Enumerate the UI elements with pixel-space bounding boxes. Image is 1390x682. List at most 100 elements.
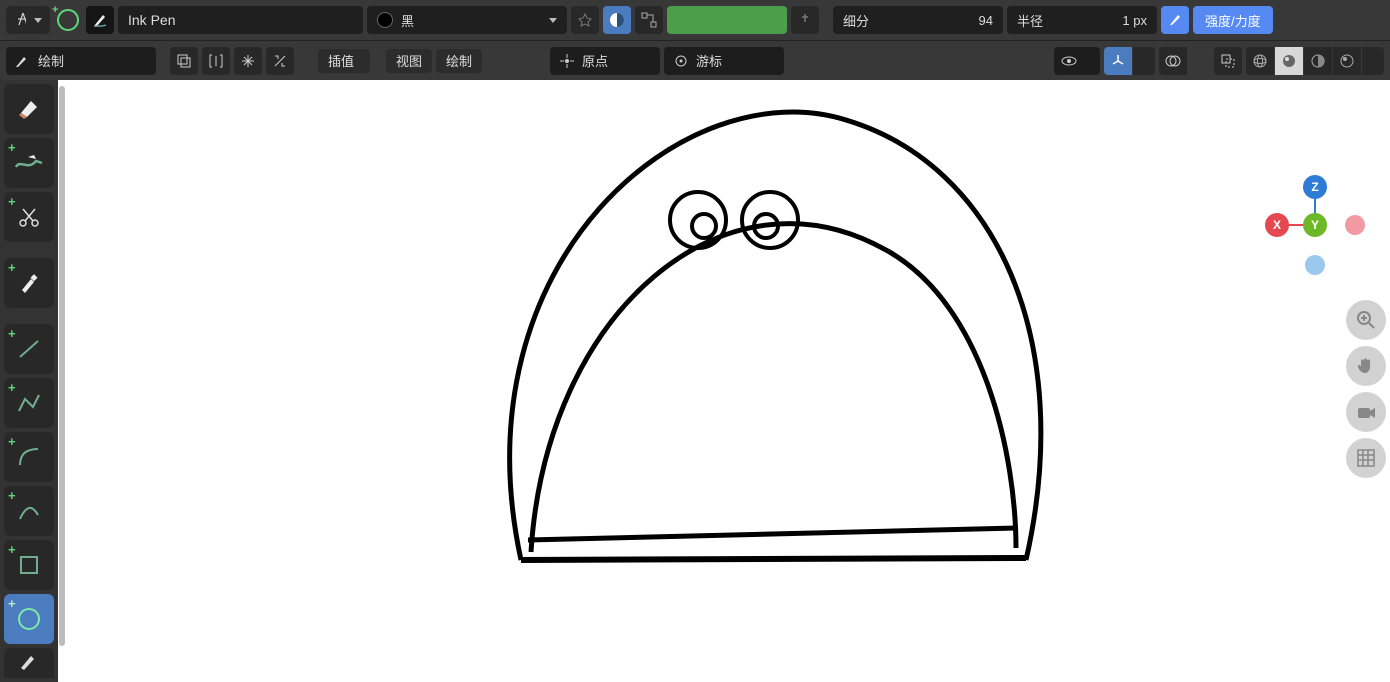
eyedropper-tool[interactable]: + — [4, 258, 54, 308]
mode-selector[interactable]: 绘制 — [6, 47, 156, 75]
gizmo-drop[interactable] — [1133, 47, 1155, 75]
mode-texture-button[interactable] — [635, 6, 663, 34]
plus-icon: + — [8, 597, 16, 610]
pin2-button[interactable] — [791, 6, 819, 34]
box-icon — [15, 551, 43, 579]
color-bar[interactable] — [667, 6, 787, 34]
plus-icon: + — [8, 381, 16, 394]
radius-field[interactable]: 半径 1 px — [1007, 6, 1157, 34]
visibility-selector[interactable] — [1054, 47, 1100, 75]
xray-btn[interactable] — [1214, 47, 1242, 75]
chevron-down-icon — [34, 18, 42, 23]
line-tool[interactable]: + — [4, 324, 54, 374]
mat-sphere-icon — [1310, 53, 1326, 69]
gizmo-group — [1104, 47, 1155, 75]
solid-sphere-icon — [1281, 53, 1297, 69]
arc-icon — [15, 443, 43, 471]
box-tool[interactable]: + — [4, 540, 54, 590]
interp-menu[interactable]: 插值 — [318, 49, 370, 73]
shading-material[interactable] — [1304, 47, 1332, 75]
cursor-icon — [674, 54, 688, 68]
viewport[interactable]: Z X Y — [66, 80, 1390, 652]
view-label: 视图 — [396, 51, 422, 70]
gizmo-btn[interactable] — [1104, 47, 1132, 75]
arc-tool[interactable]: + — [4, 432, 54, 482]
eraser-icon — [15, 95, 43, 123]
overlap-btn1[interactable] — [170, 47, 198, 75]
cutter-tool[interactable]: + — [4, 192, 54, 242]
shading-wireframe[interactable] — [1246, 47, 1274, 75]
subdiv-label: 细分 — [843, 11, 869, 30]
brush-thumbnail[interactable] — [86, 6, 114, 34]
overlay-drop[interactable] — [1188, 47, 1210, 75]
chevron-down-icon — [549, 18, 557, 23]
plus-icon: + — [8, 195, 16, 208]
gizmo-neg-z[interactable] — [1305, 255, 1325, 275]
scissors-icon — [17, 205, 41, 229]
shading-rendered[interactable] — [1333, 47, 1361, 75]
eraser-tool[interactable] — [4, 84, 54, 134]
color-field[interactable]: 黑 — [367, 6, 567, 34]
color-name-text: 黑 — [401, 11, 414, 30]
pan-button[interactable] — [1346, 346, 1386, 386]
fill-tool[interactable]: + — [4, 138, 54, 188]
pencil-icon — [14, 53, 30, 69]
camera-button[interactable] — [1346, 392, 1386, 432]
subdiv-value: 94 — [979, 13, 993, 28]
polyline-icon — [15, 389, 43, 417]
overlap-btn4[interactable] — [266, 47, 294, 75]
brush-name-text: Ink Pen — [128, 12, 175, 28]
subdiv-field[interactable]: 细分 94 — [833, 6, 1003, 34]
circle-tool[interactable]: + — [4, 594, 54, 644]
interp-label: 插值 — [328, 51, 354, 70]
gizmo-axis-z[interactable]: Z — [1303, 175, 1327, 199]
shading-solid[interactable] — [1275, 47, 1303, 75]
snap-menu[interactable] — [6, 6, 50, 34]
shelf-scrollbar[interactable] — [58, 80, 66, 652]
zoom-button[interactable] — [1346, 300, 1386, 340]
view-menu[interactable]: 视图 — [386, 49, 432, 73]
curve-icon — [15, 497, 43, 525]
top-bar: + Ink Pen 黑 细分 94 半径 1 px 强度/力度 — [0, 0, 1390, 40]
strength-label: 强度/力度 — [1205, 11, 1261, 30]
camera-icon — [1355, 401, 1377, 423]
shading-drop[interactable] — [1362, 47, 1384, 75]
brush-name-field[interactable]: Ink Pen — [118, 6, 363, 34]
gizmo-axis-x[interactable]: X — [1265, 213, 1289, 237]
gizmo-axis-y[interactable]: Y — [1303, 213, 1327, 237]
nav-gizmo[interactable]: Z X Y — [1265, 175, 1365, 275]
circle-icon — [57, 9, 79, 31]
gizmo-neg-x[interactable] — [1345, 215, 1365, 235]
overlap-btn3[interactable] — [234, 47, 262, 75]
cursor-selector[interactable]: 游标 — [664, 47, 784, 75]
polyline-tool[interactable]: + — [4, 378, 54, 428]
overlay-group — [1159, 47, 1210, 75]
second-bar: 绘制 插值 视图 绘制 原点 游标 — [0, 40, 1390, 80]
draw-label: 绘制 — [446, 51, 472, 70]
brush-preview[interactable]: + — [54, 6, 82, 34]
radius-label: 半径 — [1017, 11, 1043, 30]
pin-button[interactable] — [571, 6, 599, 34]
overlap-btn2[interactable] — [202, 47, 230, 75]
cursor-label: 游标 — [696, 51, 722, 70]
scrollbar-thumb[interactable] — [59, 86, 65, 646]
plus-icon: + — [52, 4, 58, 16]
view-controls — [1346, 300, 1386, 478]
plus-icon: + — [8, 435, 16, 448]
grid-button[interactable] — [1346, 438, 1386, 478]
annotate-tool[interactable] — [4, 648, 54, 678]
draw-menu[interactable]: 绘制 — [436, 49, 482, 73]
zoom-icon — [1355, 309, 1377, 331]
pressure-button[interactable] — [1161, 6, 1189, 34]
sphere-icon — [608, 11, 626, 29]
curve-tool[interactable]: + — [4, 486, 54, 536]
mode-color-button[interactable] — [603, 6, 631, 34]
bracket-icon — [208, 53, 224, 69]
diag-arrows-icon — [272, 53, 288, 69]
rect-icon — [176, 53, 192, 69]
line-icon — [15, 335, 43, 363]
overlay-btn[interactable] — [1159, 47, 1187, 75]
mode-label: 绘制 — [38, 51, 64, 70]
strength-button[interactable]: 强度/力度 — [1193, 6, 1273, 34]
origin-selector[interactable]: 原点 — [550, 47, 660, 75]
